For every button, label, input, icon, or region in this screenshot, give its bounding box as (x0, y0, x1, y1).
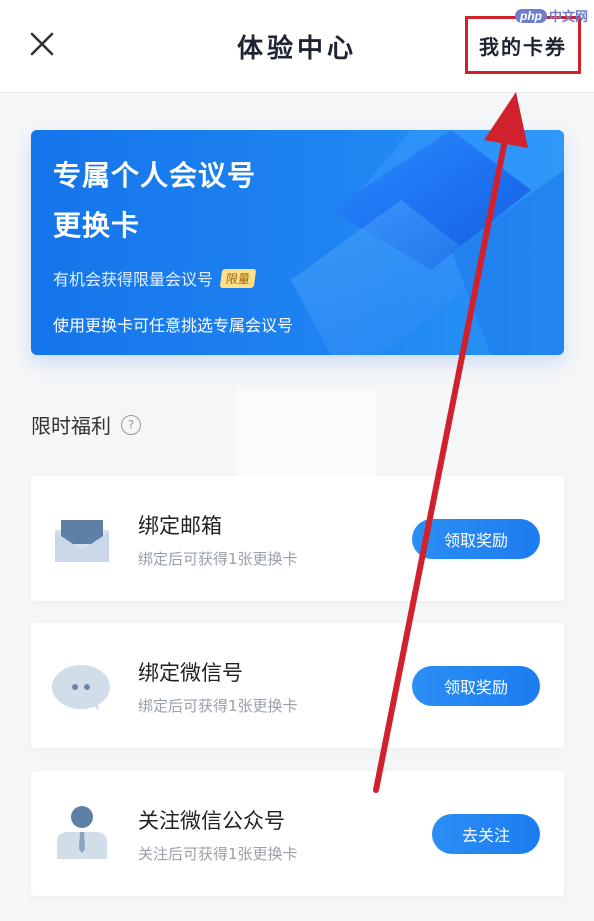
watermark-text: 中文网 (548, 9, 588, 24)
task-description: 绑定后可获得1张更换卡 (138, 697, 298, 715)
banner-subtitle-row: 有机会获得限量会议号 限量 (53, 266, 257, 290)
envelope-icon (55, 520, 109, 562)
watermark-logo: php (514, 8, 547, 23)
task-card-bind-wechat: 绑定微信号 绑定后可获得1张更换卡 领取奖励 (31, 623, 564, 748)
banner-title-line1: 专属个人会议号 (53, 159, 257, 192)
help-icon[interactable]: ? (121, 414, 141, 435)
task-description: 绑定后可获得1张更换卡 (138, 550, 298, 568)
top-bar: 体验中心 我的卡券 (0, 0, 594, 93)
chat-bubble-icon (52, 665, 110, 711)
task-card-follow-official-account: 关注微信公众号 关注后可获得1张更换卡 去关注 (31, 771, 564, 896)
section-title: 限时福利 (31, 414, 111, 438)
banner-description: 使用更换卡可任意挑选专属会议号 (53, 316, 294, 335)
follow-button[interactable]: 去关注 (432, 814, 540, 854)
limited-badge: 限量 (219, 268, 257, 288)
section-header: 限时福利 ? (31, 410, 141, 439)
claim-reward-button[interactable]: 领取奖励 (412, 519, 540, 559)
task-title: 关注微信公众号 (138, 809, 285, 833)
banner-title-line2: 更换卡 (53, 209, 141, 242)
person-icon (57, 806, 107, 859)
task-title: 绑定邮箱 (138, 514, 222, 538)
claim-reward-button[interactable]: 领取奖励 (412, 666, 540, 706)
task-description: 关注后可获得1张更换卡 (138, 845, 298, 863)
site-watermark: php 中文网 (514, 6, 588, 25)
promo-banner: 专属个人会议号 更换卡 有机会获得限量会议号 限量 使用更换卡可任意挑选专属会议… (31, 130, 564, 355)
banner-subtitle: 有机会获得限量会议号 (53, 270, 214, 289)
task-card-bind-email: 绑定邮箱 绑定后可获得1张更换卡 领取奖励 (31, 476, 564, 601)
task-title: 绑定微信号 (138, 661, 243, 685)
